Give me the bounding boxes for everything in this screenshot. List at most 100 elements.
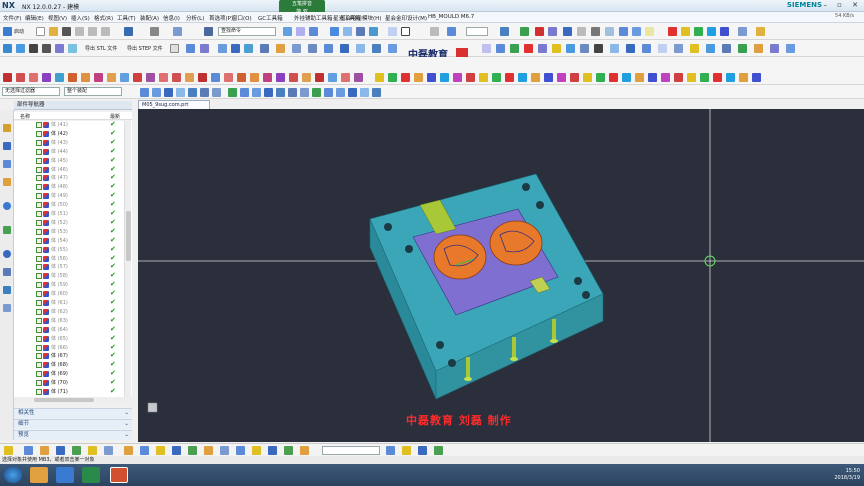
shape-tool-4-icon[interactable] xyxy=(330,27,339,36)
reuse-library-icon[interactable] xyxy=(3,178,11,186)
navigator-row[interactable]: 体 (68) ✔ xyxy=(14,360,122,369)
tool-s-icon[interactable] xyxy=(496,44,505,53)
open-folder-icon[interactable] xyxy=(49,27,58,36)
assembly-scope-combo[interactable]: 整个装配 xyxy=(64,87,122,96)
bottom-tool-16-icon[interactable] xyxy=(252,446,261,455)
navigator-row[interactable]: 体 (54) ✔ xyxy=(14,236,122,245)
palette-21-icon[interactable] xyxy=(635,73,644,82)
tab-part-file[interactable]: M05_9sug.com.prt xyxy=(138,100,210,109)
surface-20-icon[interactable] xyxy=(250,73,259,82)
surface-24-icon[interactable] xyxy=(302,73,311,82)
palette-5-icon[interactable] xyxy=(427,73,436,82)
bottom-tool-12-icon[interactable] xyxy=(188,446,197,455)
bottom-tool-10-icon[interactable] xyxy=(156,446,165,455)
visibility-checkbox[interactable] xyxy=(36,130,42,137)
navigator-vscrollbar[interactable] xyxy=(124,121,131,397)
tool-m-icon[interactable] xyxy=(324,44,333,53)
navigator-row[interactable]: 体 (56) ✔ xyxy=(14,254,122,263)
tool-b-icon[interactable] xyxy=(68,44,77,53)
paste-icon[interactable] xyxy=(101,27,110,36)
layer-icon[interactable] xyxy=(401,27,410,36)
visibility-checkbox[interactable] xyxy=(36,219,42,226)
shape-tool-2-icon[interactable] xyxy=(296,27,305,36)
menu-tools[interactable]: 工具(T) xyxy=(117,14,136,22)
snap-12-icon[interactable] xyxy=(276,88,285,97)
shape-tool-12-icon[interactable] xyxy=(619,27,628,36)
snap-13-icon[interactable] xyxy=(288,88,297,97)
sketch-icon[interactable] xyxy=(29,44,38,53)
visibility-checkbox[interactable] xyxy=(36,202,42,209)
surface-4-icon[interactable] xyxy=(42,73,51,82)
browser-icon[interactable] xyxy=(56,467,74,483)
menu-preferences[interactable]: 首选项(P) xyxy=(209,14,233,22)
visibility-checkbox[interactable] xyxy=(36,148,42,155)
menu-format[interactable]: 格式(R) xyxy=(94,14,113,22)
surface-7-icon[interactable] xyxy=(81,73,90,82)
surface-13-icon[interactable] xyxy=(159,73,168,82)
palette-9-icon[interactable] xyxy=(479,73,488,82)
visibility-checkbox[interactable] xyxy=(36,122,42,128)
navigator-row[interactable]: 体 (48) ✔ xyxy=(14,182,122,191)
visibility-checkbox[interactable] xyxy=(36,139,42,146)
export-step-button[interactable]: 导出 STEP 文件 xyxy=(127,45,163,52)
shape-tool-7-icon[interactable] xyxy=(369,27,378,36)
surface-26-icon[interactable] xyxy=(328,73,337,82)
tool-t-icon[interactable] xyxy=(510,44,519,53)
palette-red-icon[interactable] xyxy=(668,27,677,36)
surface-27-icon[interactable] xyxy=(341,73,350,82)
bottom-tool-9-icon[interactable] xyxy=(140,446,149,455)
visibility-checkbox[interactable] xyxy=(36,317,42,324)
navigator-row[interactable]: 体 (60) ✔ xyxy=(14,289,122,298)
snap-1-icon[interactable] xyxy=(140,88,149,97)
visibility-checkbox[interactable] xyxy=(36,166,42,173)
palette-13-icon[interactable] xyxy=(531,73,540,82)
visibility-checkbox[interactable] xyxy=(36,371,42,378)
navigator-row[interactable]: 体 (49) ✔ xyxy=(14,191,122,200)
system-materials-icon[interactable] xyxy=(3,268,11,276)
palette-18-icon[interactable] xyxy=(596,73,605,82)
surface-3-icon[interactable] xyxy=(29,73,38,82)
tool-aa-icon[interactable] xyxy=(610,44,619,53)
tool-ac-icon[interactable] xyxy=(642,44,651,53)
surface-16-icon[interactable] xyxy=(198,73,207,82)
bottom-tool-11-icon[interactable] xyxy=(172,446,181,455)
view-tool-2-icon[interactable] xyxy=(500,27,509,36)
surface-10-icon[interactable] xyxy=(120,73,129,82)
visibility-checkbox[interactable] xyxy=(36,335,42,342)
surface-12-icon[interactable] xyxy=(146,73,155,82)
surface-17-icon[interactable] xyxy=(211,73,220,82)
surface-18-icon[interactable] xyxy=(224,73,233,82)
tool-z-icon[interactable] xyxy=(594,44,603,53)
menu-mold-design[interactable]: 星会金印设计(M) xyxy=(385,14,427,22)
tool-n-icon[interactable] xyxy=(340,44,349,53)
menu-edit[interactable]: 编辑(E) xyxy=(25,14,44,22)
visibility-checkbox[interactable] xyxy=(36,389,42,395)
surface-11-icon[interactable] xyxy=(133,73,142,82)
navigator-row[interactable]: 体 (67) ✔ xyxy=(14,351,122,360)
navigator-row[interactable]: 体 (61) ✔ xyxy=(14,298,122,307)
bottom-tool-5-icon[interactable] xyxy=(72,446,81,455)
tool-al-icon[interactable] xyxy=(786,44,795,53)
shape-tool-1-icon[interactable] xyxy=(283,27,292,36)
palette-25-icon[interactable] xyxy=(687,73,696,82)
visibility-checkbox[interactable] xyxy=(36,273,42,280)
roles-icon[interactable] xyxy=(3,304,11,312)
palette-14-icon[interactable] xyxy=(544,73,553,82)
copy-icon[interactable] xyxy=(88,27,97,36)
text-icon[interactable] xyxy=(42,44,51,53)
layer-combo[interactable] xyxy=(466,27,488,36)
bottom-tool-7-icon[interactable] xyxy=(104,446,113,455)
visibility-checkbox[interactable] xyxy=(36,175,42,182)
snap-19-icon[interactable] xyxy=(360,88,369,97)
palette-7-icon[interactable] xyxy=(453,73,462,82)
palette-17-icon[interactable] xyxy=(583,73,592,82)
snap-14-icon[interactable] xyxy=(300,88,309,97)
tool-x-icon[interactable] xyxy=(566,44,575,53)
nx-app-icon[interactable] xyxy=(110,467,128,483)
menu-info[interactable]: 信息(I) xyxy=(163,14,180,22)
snap-6-icon[interactable] xyxy=(200,88,209,97)
navigator-row[interactable]: 体 (51) ✔ xyxy=(14,209,122,218)
tool-w-icon[interactable] xyxy=(552,44,561,53)
column-latest[interactable]: 最新 xyxy=(110,113,120,120)
palette-27-icon[interactable] xyxy=(713,73,722,82)
